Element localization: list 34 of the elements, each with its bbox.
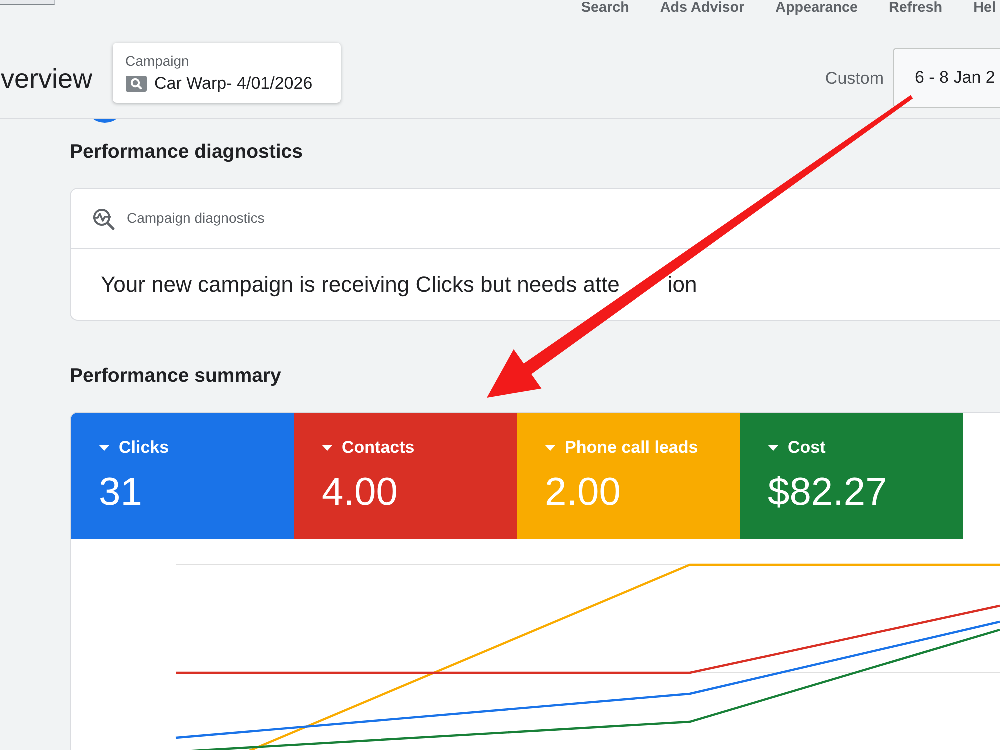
toolbar-link[interactable]: Refresh <box>889 0 943 16</box>
image-placeholder <box>0 0 55 5</box>
campaign-selector[interactable]: Campaign Car Warp- 4/01/2026 <box>112 43 341 103</box>
date-range-label: Custom <box>825 68 884 90</box>
metric-label: Contacts <box>342 437 415 459</box>
card-title: Campaign diagnostics <box>127 209 265 228</box>
diagnostic-message: Your new campaign is receiving Clicks but needs atte <box>101 271 620 299</box>
toolbar-link[interactable]: Ads Advisor <box>660 0 745 16</box>
search-icon <box>126 76 147 92</box>
date-range-button[interactable]: 6 - 8 Jan 2 <box>893 48 1000 108</box>
section-heading: Performance summary <box>70 364 282 388</box>
metric-tile[interactable]: Cost $82.27 <box>740 413 963 539</box>
campaign-name: Car Warp- 4/01/2026 <box>154 73 313 95</box>
metric-value: 2.00 <box>545 471 621 515</box>
magnifier-pulse-icon <box>92 208 115 230</box>
metric-value: $82.27 <box>768 471 888 515</box>
toolbar-link[interactable]: Search <box>581 0 630 16</box>
metric-value: 31 <box>99 471 142 515</box>
campaign-label: Campaign <box>126 52 190 70</box>
toolbar-link[interactable]: Appearance <box>776 0 858 16</box>
caret-icon <box>545 445 556 451</box>
metric-label: Cost <box>788 437 826 459</box>
caret-icon <box>99 445 110 451</box>
metric-value: 4.00 <box>322 471 398 515</box>
toolbar-link[interactable]: Hel <box>974 0 996 16</box>
section-heading: Performance diagnostics <box>70 140 303 164</box>
metric-tile[interactable]: Clicks 31 <box>71 413 294 539</box>
metric-label: Clicks <box>119 437 170 459</box>
metric-label: Phone call leads <box>565 437 698 459</box>
metric-tile[interactable]: Contacts 4.00 <box>294 413 517 539</box>
page-title: verview <box>1 63 93 95</box>
caret-icon <box>768 445 779 451</box>
diagnostic-message: ion <box>668 271 698 299</box>
caret-icon <box>322 445 333 451</box>
